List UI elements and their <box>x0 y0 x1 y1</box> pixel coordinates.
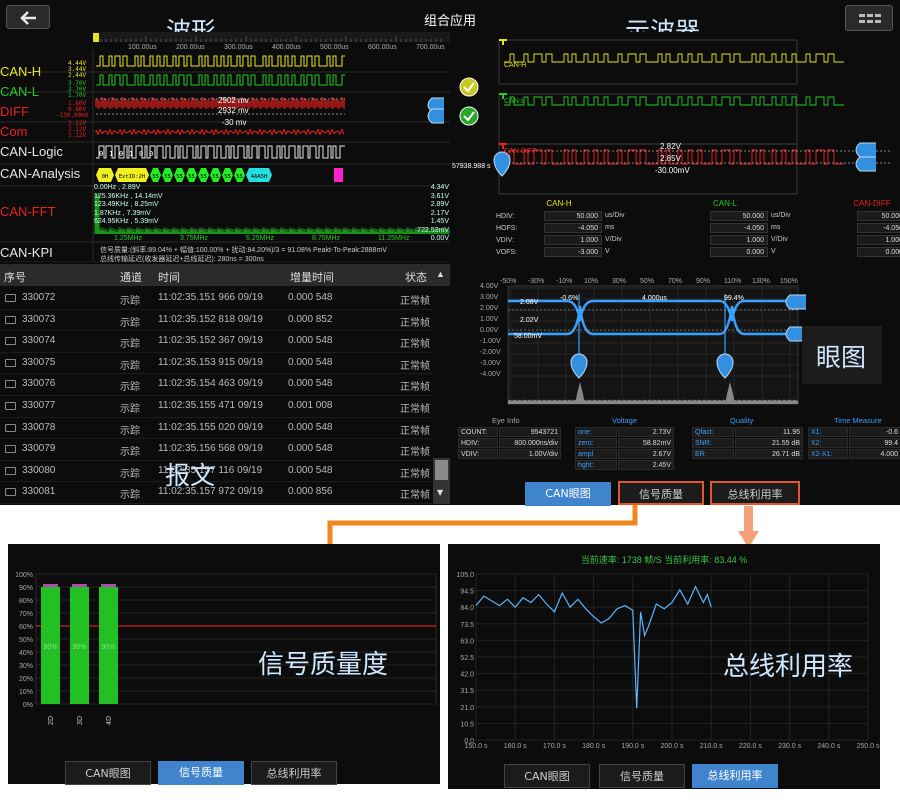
util-y-tick: 73.5 <box>460 622 474 629</box>
util-y-tick: 52.5 <box>460 655 474 662</box>
tab-can-eye-u[interactable]: CAN眼图 <box>504 764 590 788</box>
util-x-tick: 170.0 s <box>543 743 566 750</box>
label-signal-quality: 信号质量度 <box>258 650 389 680</box>
tab-signal-quality-q[interactable]: 信号质量 <box>158 761 244 785</box>
util-y-tick: 21.0 <box>460 705 474 712</box>
util-x-tick: 190.0 s <box>621 743 644 750</box>
util-y-tick: 94.5 <box>460 589 474 596</box>
util-x-tick: 160.0 s <box>504 743 527 750</box>
util-x-tick: 240.0 s <box>817 743 840 750</box>
quality-category: 4D <box>106 716 113 725</box>
tab-can-eye-q[interactable]: CAN眼图 <box>65 761 151 785</box>
util-x-tick: 150.0 s <box>465 743 488 750</box>
quality-y-tick: 80% <box>19 598 33 605</box>
quality-y-tick: 0% <box>23 702 33 709</box>
quality-y-tick: 60% <box>19 624 33 631</box>
quality-y-tick: 20% <box>19 676 33 683</box>
tab-bus-utilization-q[interactable]: 总线利用率 <box>251 761 337 785</box>
quality-panel: 100% 90% 80% 70% 60% 50% 40% 30% 20% 10% 0% 90% 2D 90… <box>8 544 440 785</box>
quality-bar-cap <box>43 584 58 587</box>
tab-signal-quality-u[interactable]: 信号质量 <box>599 764 685 788</box>
util-y-tick: 10.5 <box>460 721 474 728</box>
quality-y-tick: 50% <box>19 637 33 644</box>
quality-category: 2D <box>48 716 55 725</box>
util-x-tick: 220.0 s <box>739 743 762 750</box>
orange-arrow-right-shaft <box>744 506 753 532</box>
tab-bus-utilization-u[interactable]: 总线利用率 <box>692 764 778 788</box>
quality-bar-label: 90% <box>43 644 57 651</box>
orange-arrow-left <box>327 505 638 548</box>
util-x-tick: 250.0 s <box>857 743 880 750</box>
util-x-tick: 200.0 s <box>661 743 684 750</box>
quality-bar-cap <box>72 584 87 587</box>
utilization-panel: 当前速率: 1738 帧/S 当前利用率: 83.44 % 105.0 94.5 8… <box>448 544 880 789</box>
util-y-tick: 63.0 <box>460 638 474 645</box>
util-y-tick: 84.0 <box>460 605 474 612</box>
util-x-tick: 210.0 s <box>700 743 723 750</box>
quality-y-tick: 70% <box>19 611 33 618</box>
quality-bar-cap <box>101 584 116 587</box>
quality-bar-label: 90% <box>101 644 115 651</box>
label-bus-utilization: 总线利用率 <box>723 652 854 682</box>
quality-y-tick: 30% <box>19 663 33 670</box>
util-x-tick: 230.0 s <box>778 743 801 750</box>
quality-y-tick: 100% <box>15 572 33 579</box>
quality-bar-label: 90% <box>72 644 86 651</box>
util-y-tick: 105.0 <box>456 572 474 579</box>
util-y-tick: 31.5 <box>460 688 474 695</box>
quality-y-tick: 40% <box>19 650 33 657</box>
quality-category: 3D <box>77 716 84 725</box>
quality-y-tick: 10% <box>19 689 33 696</box>
util-y-tick: 42.0 <box>460 672 474 679</box>
util-x-tick: 180.0 s <box>582 743 605 750</box>
quality-y-tick: 90% <box>19 585 33 592</box>
